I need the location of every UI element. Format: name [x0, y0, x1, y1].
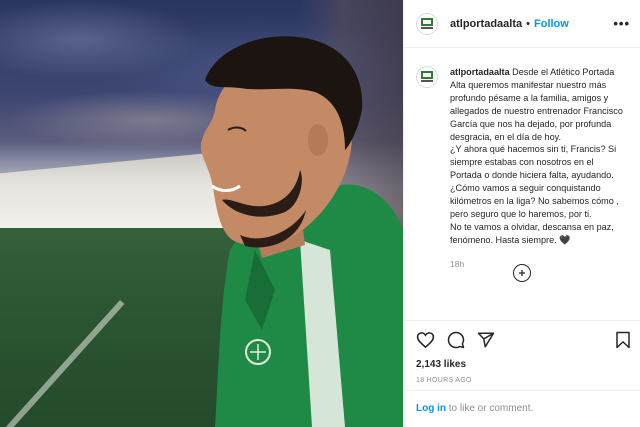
- comment-icon: [447, 331, 465, 349]
- caption-time[interactable]: 18h: [450, 259, 631, 269]
- caption: atlportadaalta Desde el Atlético Portada…: [416, 66, 631, 247]
- caption-text: atlportadaalta Desde el Atlético Portada…: [450, 66, 626, 247]
- club-logo-icon: [421, 71, 433, 82]
- bookmark-icon: [616, 331, 630, 349]
- load-more-comments-button[interactable]: [513, 264, 531, 282]
- caption-paragraph-1: Desde el Atlético Portada Alta queremos …: [450, 67, 623, 142]
- caption-avatar[interactable]: [416, 66, 438, 88]
- save-button[interactable]: [615, 331, 631, 349]
- post-header: atlportadaalta • Follow •••: [404, 0, 640, 48]
- share-button[interactable]: [477, 331, 495, 349]
- login-link[interactable]: Log in: [416, 403, 446, 414]
- heart-icon: [416, 332, 435, 349]
- post-photo[interactable]: [0, 0, 403, 427]
- separator-dot: •: [526, 17, 530, 30]
- comment-button[interactable]: [447, 331, 465, 349]
- action-icons: [416, 329, 631, 351]
- post-timestamp[interactable]: 18 HOURS AGO: [416, 377, 631, 384]
- follow-button[interactable]: Follow: [534, 18, 569, 30]
- share-icon: [477, 332, 495, 348]
- club-logo-icon: [421, 17, 433, 29]
- more-options-button[interactable]: •••: [613, 16, 630, 31]
- caption-paragraph-2: ¿Y ahora qué hacemos sin ti, Francis? Si…: [450, 144, 619, 219]
- login-suffix: to like or comment.: [446, 403, 534, 414]
- post-side-panel: atlportadaalta • Follow ••• atlportadaal…: [403, 0, 640, 427]
- person-figure: [200, 36, 403, 427]
- caption-paragraph-3: No te vamos a olvidar, descansa en paz, …: [450, 221, 614, 245]
- post-actions: 2,143 likes 18 HOURS AGO: [404, 320, 640, 384]
- likes-count[interactable]: 2,143 likes: [416, 359, 631, 370]
- username-link[interactable]: atlportadaalta: [450, 18, 522, 30]
- like-button[interactable]: [416, 331, 435, 349]
- avatar[interactable]: [416, 12, 438, 35]
- login-prompt: Log in to like or comment.: [404, 390, 640, 427]
- caption-username[interactable]: atlportadaalta: [450, 67, 510, 77]
- load-more-icon: [519, 270, 525, 276]
